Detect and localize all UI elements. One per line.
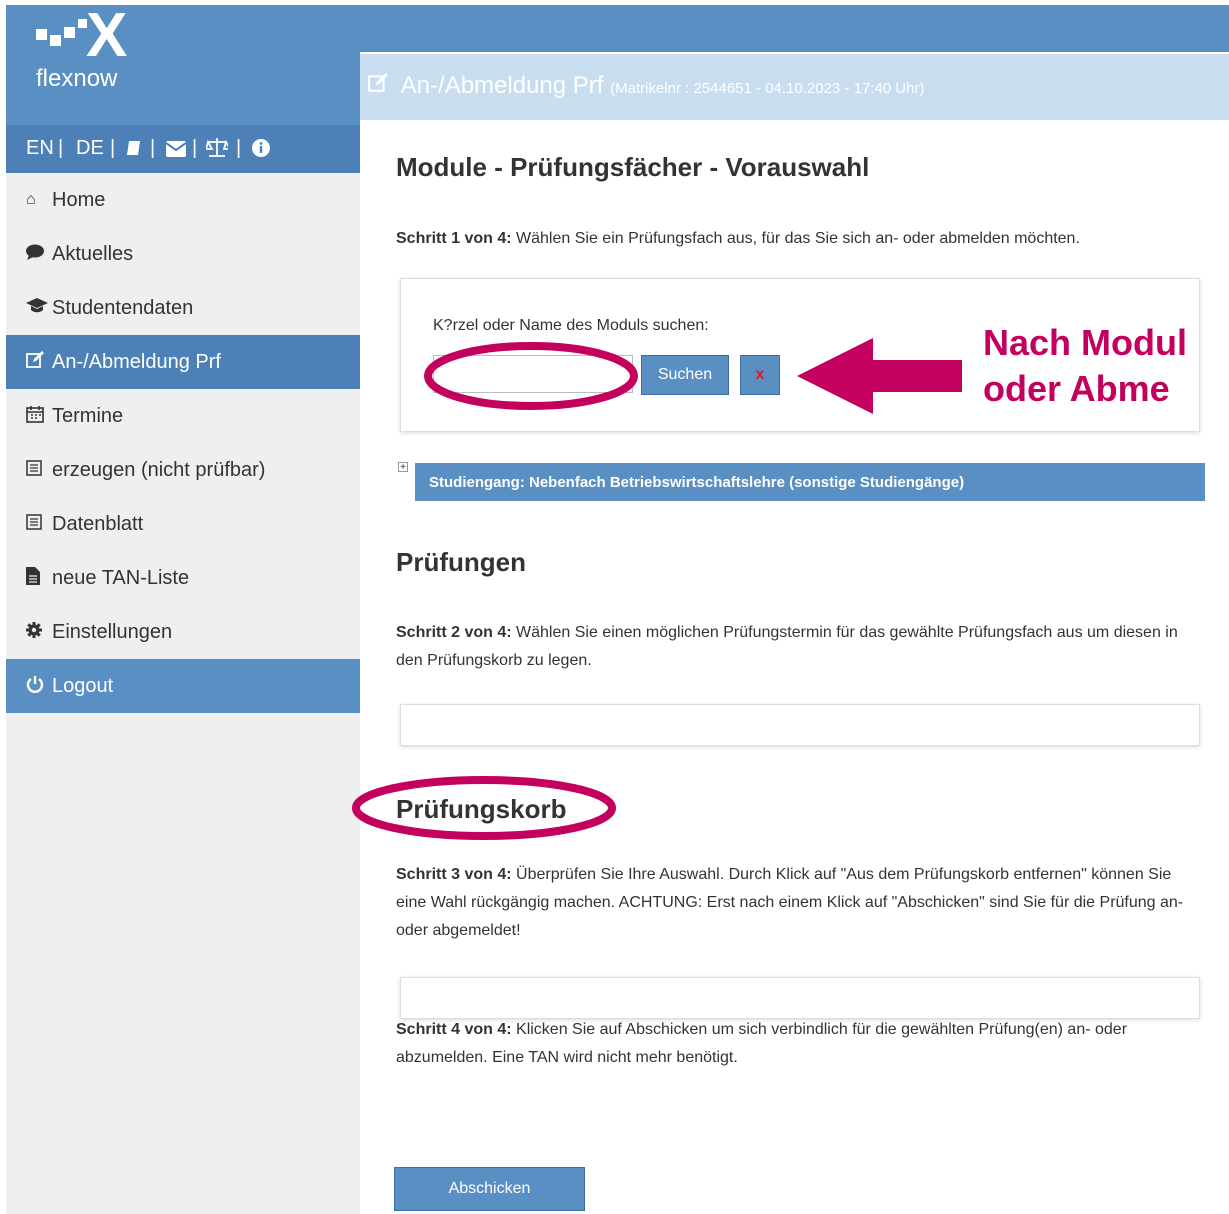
power-icon: [26, 675, 52, 698]
envelope-icon[interactable]: [165, 140, 187, 163]
search-button[interactable]: Suchen: [641, 355, 729, 395]
graduation-cap-icon: [26, 297, 52, 319]
section-heading-pruefungen: Prüfungen: [396, 547, 526, 577]
annotation-text-line-1: Nach Modul: [983, 322, 1187, 363]
speech-bubble-icon: [26, 244, 52, 265]
step-label: Schritt 2 von 4:: [396, 624, 512, 641]
sidebar-item-termine[interactable]: Termine: [6, 389, 360, 443]
sidebar: X flexnow EN | DE | | | | ⌂ Home Aktuell…: [6, 5, 360, 1214]
section-heading-pruefungskorb: Prüfungskorb: [396, 794, 567, 824]
separator: |: [58, 137, 64, 159]
sidebar-item-label: An-/Abmeldung Prf: [52, 350, 221, 373]
page-title-text: An-/Abmeldung Prf: [400, 72, 604, 99]
sidebar-item-label: Studentendaten: [52, 296, 194, 319]
logo-text: flexnow: [36, 65, 118, 92]
sidebar-item-einstellungen[interactable]: Einstellungen: [6, 605, 360, 659]
logo-mark-square: [64, 27, 75, 38]
logo[interactable]: X flexnow: [6, 5, 360, 125]
clear-search-button[interactable]: x: [740, 355, 780, 395]
separator: |: [110, 137, 116, 159]
step-2-text: Schritt 2 von 4: Wählen Sie einen möglic…: [396, 619, 1196, 675]
sidebar-item-label: Aktuelles: [52, 242, 134, 265]
sidebar-item-label: Einstellungen: [52, 620, 173, 643]
sidebar-item-studentendaten[interactable]: Studentendaten: [6, 281, 360, 335]
search-label: K?rzel oder Name des Moduls suchen:: [433, 317, 709, 334]
step-description: Wählen Sie einen möglichen Prüfungstermi…: [396, 624, 1178, 669]
sidebar-item-label: Datenblatt: [52, 512, 144, 535]
step-label: Schritt 3 von 4:: [396, 866, 512, 883]
page-header: An-/Abmeldung Prf (Matrikelnr : 2544651 …: [360, 54, 1229, 120]
separator: |: [192, 137, 198, 159]
submit-button[interactable]: Abschicken: [394, 1167, 585, 1211]
logo-mark-square: [50, 35, 61, 46]
step-description: Überprüfen Sie Ihre Auswahl. Durch Klick…: [396, 866, 1184, 939]
language-bar: EN | DE | | | |: [6, 125, 360, 173]
edit-icon: [368, 72, 395, 99]
lang-de-link[interactable]: DE: [76, 137, 104, 160]
step-label: Schritt 4 von 4:: [396, 1021, 512, 1038]
pruefungskorb-panel: [400, 977, 1200, 1019]
separator: |: [236, 137, 242, 159]
section-heading-vorauswahl: Module - Prüfungsfächer - Vorauswahl: [396, 152, 870, 182]
annotation-text-line-2: oder Abme: [983, 368, 1170, 409]
sidebar-item-label: Home: [52, 188, 106, 211]
home-icon: ⌂: [26, 191, 36, 208]
sidebar-item-datenblatt[interactable]: Datenblatt: [6, 497, 360, 551]
sidebar-item-aktuelles[interactable]: Aktuelles: [6, 227, 360, 281]
sidebar-item-label: neue TAN-Liste: [52, 566, 190, 589]
calendar-icon: [26, 405, 52, 428]
step-4-text: Schritt 4 von 4: Klicken Sie auf Abschic…: [396, 1016, 1196, 1072]
page-subtitle: (Matrikelnr : 2544651 - 04.10.2023 - 17:…: [610, 80, 925, 97]
sidebar-item-label: Logout: [52, 674, 114, 697]
sidebar-nav: ⌂ Home Aktuelles Studentendaten An-/Abme…: [6, 173, 360, 713]
form-icon: [26, 459, 52, 481]
module-search-input[interactable]: [433, 355, 633, 393]
step-label: Schritt 1 von 4:: [396, 230, 512, 247]
sidebar-item-tan-liste[interactable]: neue TAN-Liste: [6, 551, 360, 605]
pruefungen-list-panel: [400, 704, 1200, 746]
edit-icon: [26, 350, 52, 374]
step-description: Wählen Sie ein Prüfungsfach aus, für das…: [511, 230, 1080, 247]
page-title: An-/Abmeldung Prf (Matrikelnr : 2544651 …: [368, 72, 924, 100]
sidebar-item-anmeldung[interactable]: An-/Abmeldung Prf: [6, 335, 360, 389]
studiengang-row[interactable]: Studiengang: Nebenfach Betriebswirtschaf…: [415, 463, 1205, 501]
sidebar-item-logout[interactable]: Logout: [6, 659, 360, 713]
step-3-text: Schritt 3 von 4: Überprüfen Sie Ihre Aus…: [396, 861, 1196, 945]
lang-en-link[interactable]: EN: [26, 137, 54, 160]
book-icon[interactable]: [126, 139, 144, 163]
sidebar-item-home[interactable]: ⌂ Home: [6, 173, 360, 227]
form-icon: [26, 513, 52, 535]
separator: |: [150, 137, 156, 159]
info-icon[interactable]: [252, 139, 270, 163]
sidebar-item-label: Termine: [52, 404, 124, 427]
balance-scale-icon[interactable]: [204, 138, 232, 164]
expand-icon[interactable]: +: [398, 462, 408, 473]
logo-x-icon: X: [86, 1, 128, 70]
gear-icon: [26, 621, 52, 643]
step-1-text: Schritt 1 von 4: Wählen Sie ein Prüfungs…: [396, 225, 1196, 253]
sidebar-item-label: erzeugen (nicht prüfbar): [52, 458, 266, 481]
document-icon: [26, 566, 52, 590]
sidebar-item-erzeugen[interactable]: erzeugen (nicht prüfbar): [6, 443, 360, 497]
logo-mark-square: [36, 29, 47, 40]
